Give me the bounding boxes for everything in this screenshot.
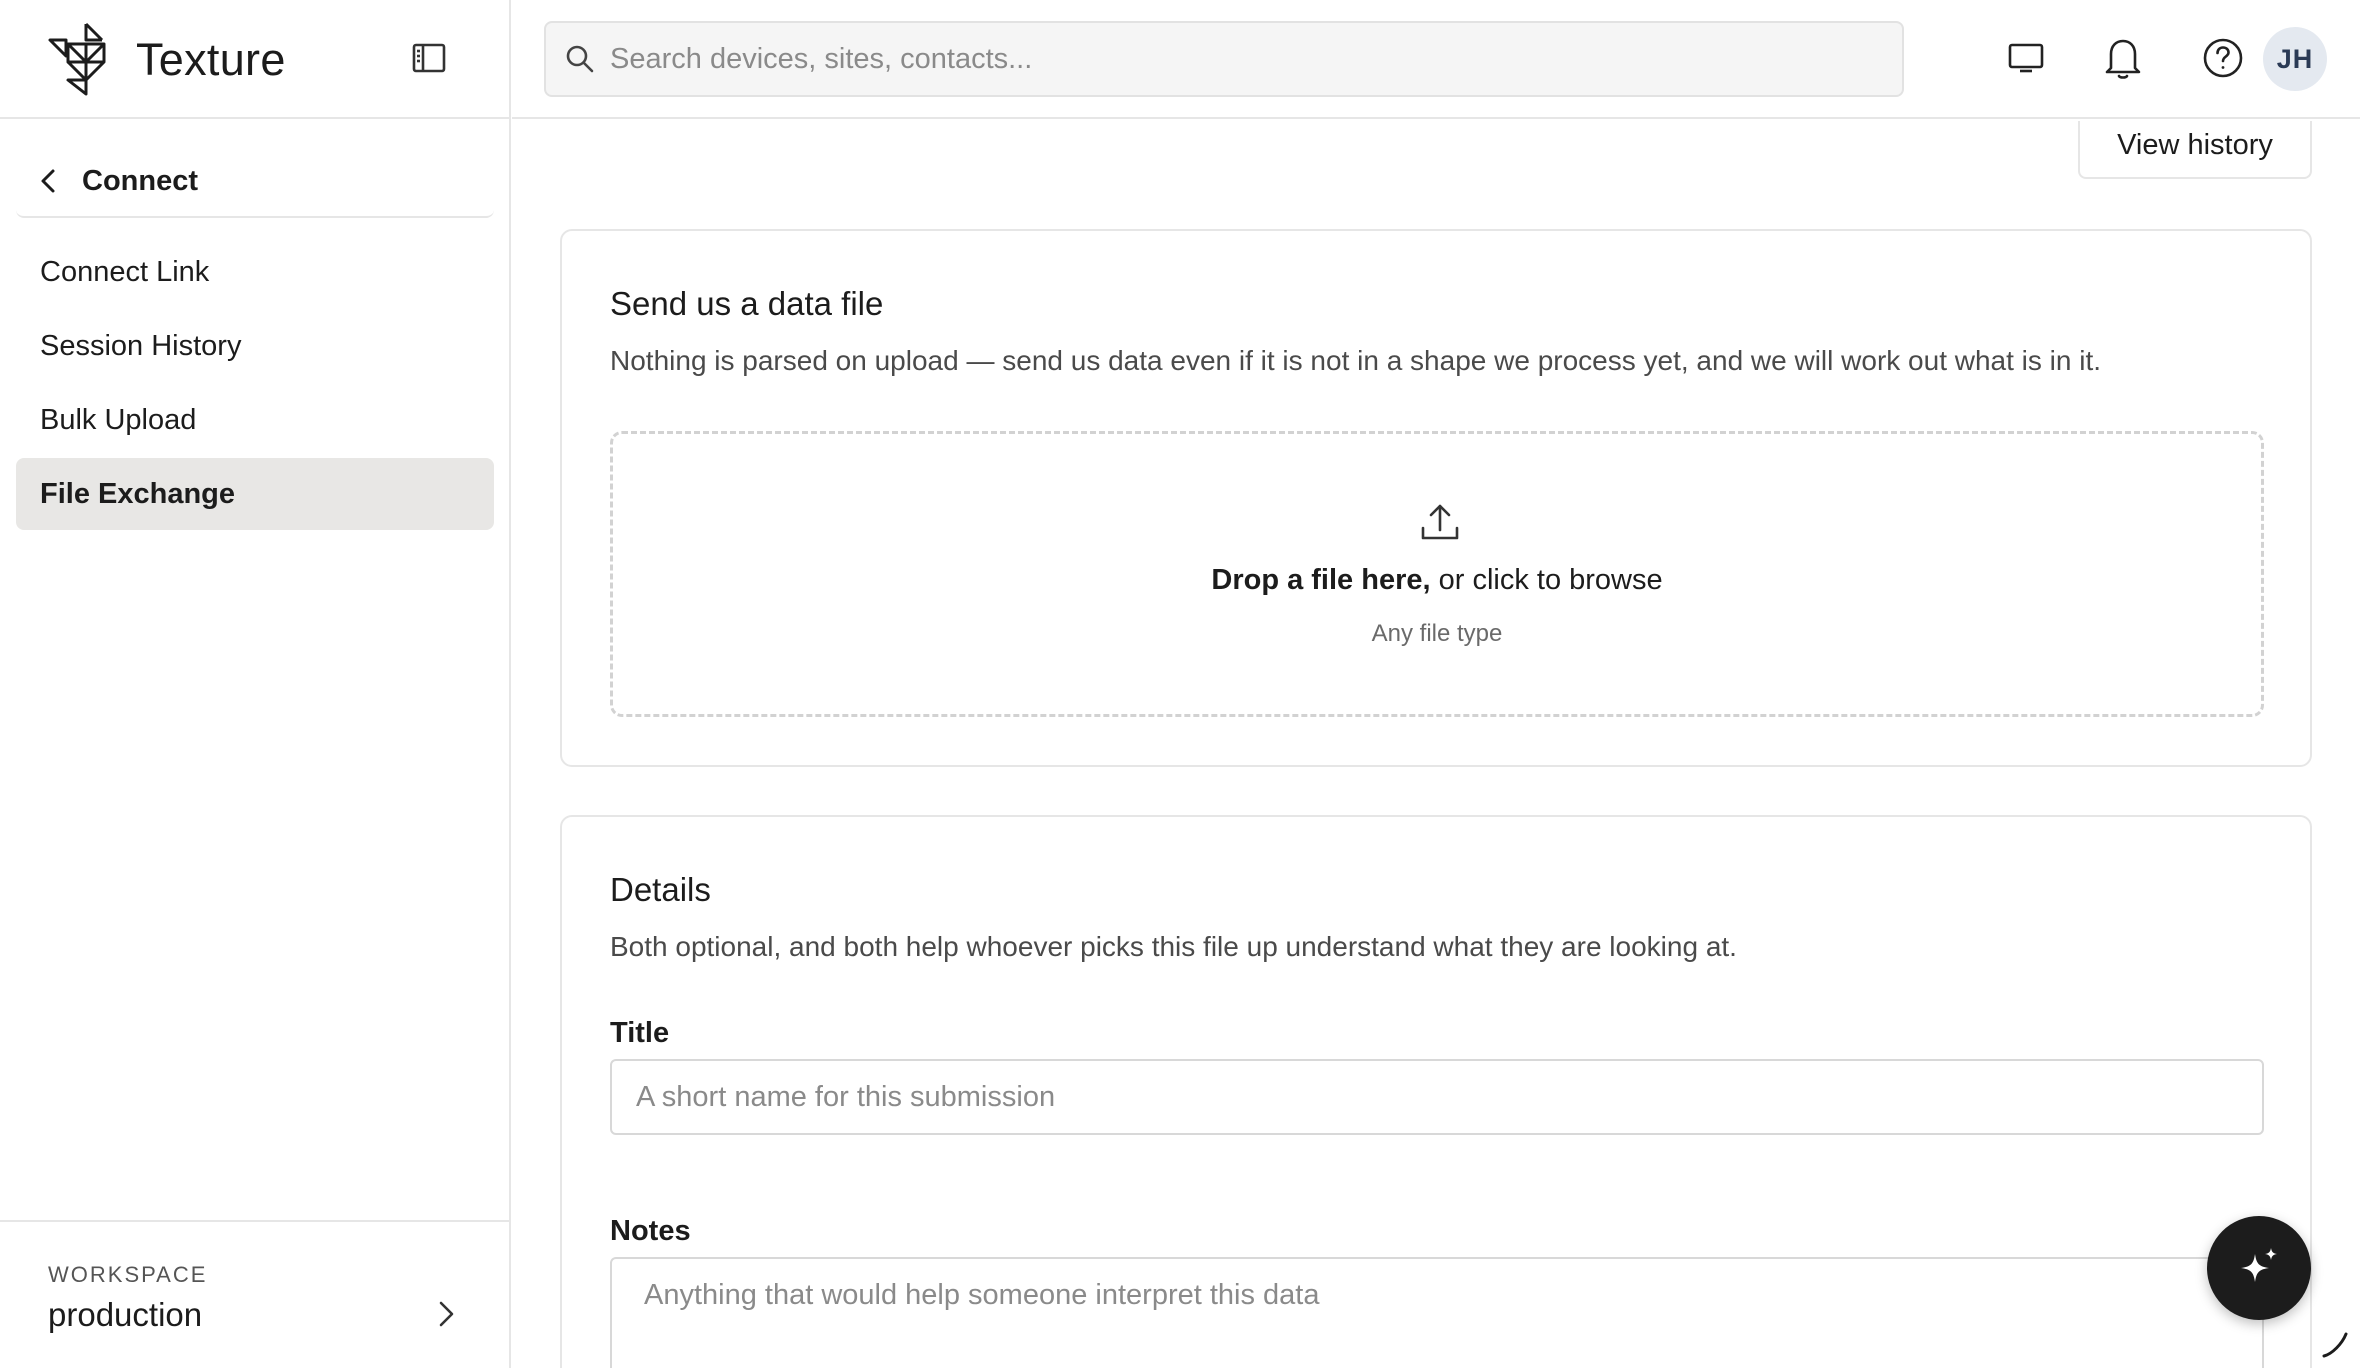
dropzone-text: Drop a file here, or click to browse bbox=[613, 564, 2261, 597]
sidebar-item-connect-link[interactable]: Connect Link bbox=[16, 236, 494, 308]
upload-icon bbox=[1421, 504, 1459, 540]
details-card: Details Both optional, and both help who… bbox=[560, 815, 2312, 1368]
back-label: Connect bbox=[82, 164, 198, 197]
workspace-name: production bbox=[48, 1296, 203, 1333]
sidebar-item-session-history[interactable]: Session History bbox=[16, 310, 494, 382]
notifications-button[interactable] bbox=[2095, 30, 2151, 86]
dropzone-hint: Any file type bbox=[1371, 620, 1503, 647]
search-input[interactable] bbox=[610, 42, 1870, 76]
texture-logo-icon[interactable] bbox=[46, 20, 122, 96]
sidebar-toggle-button[interactable] bbox=[409, 40, 449, 76]
back-to-connect-button[interactable]: Connect bbox=[16, 146, 494, 218]
monitor-icon bbox=[2008, 43, 2044, 73]
file-dropzone[interactable]: Drop a file here, or click to browse Any… bbox=[610, 431, 2264, 717]
notes-field[interactable] bbox=[610, 1257, 2264, 1368]
upload-card: Send us a data file Nothing is parsed on… bbox=[560, 229, 2312, 767]
sidebar-item-bulk-upload[interactable]: Bulk Upload bbox=[16, 384, 494, 456]
help-icon bbox=[2203, 38, 2243, 78]
title-field[interactable] bbox=[610, 1059, 2264, 1135]
bell-icon bbox=[2105, 39, 2141, 79]
upload-card-title: Send us a data file bbox=[610, 285, 884, 322]
monitor-button[interactable] bbox=[1998, 30, 2054, 86]
main-content: View history Send us a data file Nothing… bbox=[512, 121, 2360, 1368]
help-button[interactable] bbox=[2195, 30, 2251, 86]
sparkle-icon bbox=[2241, 1248, 2277, 1282]
dropzone-text-bold: Drop a file here, bbox=[1211, 564, 1431, 596]
top-bar: JH bbox=[512, 0, 2360, 119]
upload-card-subtitle: Nothing is parsed on upload — send us da… bbox=[610, 345, 2102, 376]
user-avatar[interactable]: JH bbox=[2263, 27, 2327, 91]
chevron-right-icon bbox=[439, 1301, 454, 1327]
workspace-switcher[interactable]: WORKSPACE production bbox=[0, 1220, 511, 1368]
details-card-title: Details bbox=[610, 871, 711, 908]
dropzone-text-rest: or click to browse bbox=[1430, 564, 1663, 596]
sidebar-toggle-icon bbox=[412, 43, 446, 73]
sidebar: Texture Connect Connect Link Session His… bbox=[0, 0, 511, 1368]
sidebar-header: Texture bbox=[0, 0, 509, 119]
brand-name: Texture bbox=[136, 34, 286, 85]
sidebar-nav: Connect Link Session History Bulk Upload… bbox=[16, 236, 494, 532]
notes-field-label: Notes bbox=[610, 1215, 691, 1247]
resize-handle-icon[interactable] bbox=[2320, 1330, 2350, 1360]
view-history-button[interactable]: View history bbox=[2078, 121, 2312, 179]
search-bar[interactable] bbox=[544, 21, 1904, 97]
ai-assistant-button[interactable] bbox=[2207, 1216, 2311, 1320]
sidebar-item-file-exchange[interactable]: File Exchange bbox=[16, 458, 494, 530]
details-card-subtitle: Both optional, and both help whoever pic… bbox=[610, 931, 1737, 962]
search-icon bbox=[566, 45, 594, 73]
workspace-caption: WORKSPACE bbox=[48, 1262, 208, 1287]
title-field-label: Title bbox=[610, 1017, 670, 1049]
chevron-left-icon bbox=[40, 167, 62, 195]
